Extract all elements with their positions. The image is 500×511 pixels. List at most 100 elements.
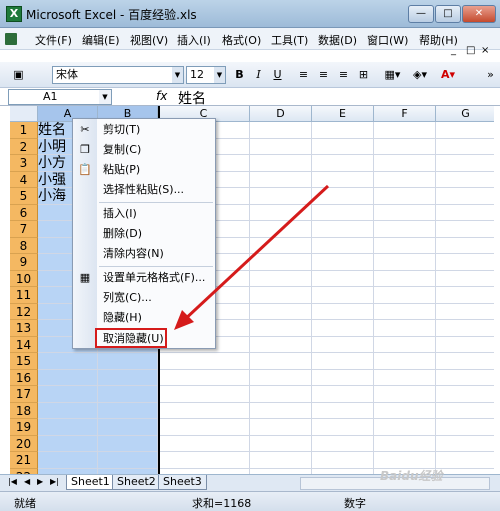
context-menu-item-4[interactable]: 插入(I) (103, 205, 137, 223)
next-sheet-icon[interactable]: ▶ (37, 477, 43, 486)
font-color-icon[interactable]: A▾ (436, 67, 460, 83)
row-header-19[interactable]: 19 (10, 419, 38, 436)
formatting-toolbar: ▣ 宋体 ▼ 12 ▼ B I U ≡ ≡ ≡ ⊞ ▦▾ ◈▾ A▾ » (0, 62, 500, 88)
minimize-button[interactable]: — (408, 5, 434, 23)
underline-button[interactable]: U (269, 67, 286, 83)
align-left-icon[interactable]: ≡ (295, 67, 312, 83)
row-header-8[interactable]: 8 (10, 237, 38, 254)
row-header-14[interactable]: 14 (10, 336, 38, 353)
row-header-12[interactable]: 12 (10, 303, 38, 320)
row-header-3[interactable]: 3 (10, 155, 38, 172)
row-header-15[interactable]: 15 (10, 353, 38, 370)
menu-insert[interactable]: 插入(I) (177, 32, 211, 48)
chevron-down-icon[interactable]: ▼ (172, 67, 183, 83)
window-title: Microsoft Excel - 百度经验.xls (26, 8, 197, 22)
grid-hline (38, 434, 494, 436)
name-box-value: A1 (43, 90, 58, 103)
row-header-9[interactable]: 9 (10, 254, 38, 271)
column-header-e[interactable]: E (312, 106, 374, 122)
row-header-5[interactable]: 5 (10, 188, 38, 205)
bold-button[interactable]: B (231, 67, 248, 83)
column-header-d[interactable]: D (250, 106, 312, 122)
row-header-1[interactable]: 1 (10, 122, 38, 139)
font-size-value: 12 (190, 68, 204, 81)
context-menu-item-6[interactable]: 清除内容(N) (103, 245, 164, 263)
excel-doc-icon[interactable] (5, 33, 17, 45)
grid-hline (38, 451, 494, 452)
chevron-down-icon[interactable]: ▼ (214, 67, 225, 83)
scissors-icon: ✂ (80, 123, 90, 136)
mdi-restore-button[interactable]: □ (466, 45, 475, 56)
context-menu-item-7[interactable]: 设置单元格格式(F)... (103, 269, 205, 287)
merge-center-icon[interactable]: ⊞ (355, 67, 372, 83)
context-menu: 剪切(T) ✂ 复制(C) ❐ 粘贴(P) 📋 选择性粘贴(S)... 插入(I) 删除(D) 清… (72, 118, 216, 349)
grid-hline (38, 352, 494, 353)
menu-tools[interactable]: 工具(T) (271, 32, 308, 48)
cell-a4[interactable]: 小强 (38, 172, 66, 188)
row-header-11[interactable]: 11 (10, 287, 38, 304)
toolbar-options-icon[interactable]: » (482, 67, 499, 83)
context-menu-item-3[interactable]: 选择性粘贴(S)... (103, 181, 184, 199)
close-button[interactable]: ✕ (462, 5, 496, 23)
borders-icon[interactable]: ▦▾ (380, 67, 405, 83)
cell-a5[interactable]: 小海 (38, 188, 66, 204)
column-header-g[interactable]: G (436, 106, 494, 122)
row-header-10[interactable]: 10 (10, 270, 38, 287)
grid-hline (38, 368, 494, 370)
menu-format[interactable]: 格式(O) (222, 32, 261, 48)
context-menu-item-0[interactable]: 剪切(T) (103, 121, 140, 139)
grid-hline (38, 385, 494, 386)
row-header-7[interactable]: 7 (10, 221, 38, 238)
context-menu-item-1[interactable]: 复制(C) (103, 141, 141, 159)
row-header-16[interactable]: 16 (10, 369, 38, 386)
menu-view[interactable]: 视图(V) (130, 32, 168, 48)
prev-sheet-icon[interactable]: ◀ (24, 477, 30, 486)
name-box[interactable]: A1 ▼ (8, 89, 112, 105)
mdi-minimize-button[interactable]: _ (451, 45, 456, 56)
menu-window[interactable]: 窗口(W) (367, 32, 408, 48)
first-sheet-icon[interactable]: |◀ (8, 477, 17, 486)
sheet-tab-2[interactable]: Sheet2 (112, 475, 161, 490)
context-menu-item-8[interactable]: 列宽(C)... (103, 289, 152, 307)
row-header-21[interactable]: 21 (10, 452, 38, 469)
font-name-select[interactable]: 宋体 ▼ (52, 66, 184, 84)
fill-color-icon[interactable]: ◈▾ (408, 67, 432, 83)
context-menu-item-2[interactable]: 粘贴(P) (103, 161, 140, 179)
sheet-tab-1[interactable]: Sheet1 (66, 475, 115, 490)
menu-data[interactable]: 数据(D) (318, 32, 357, 48)
italic-button[interactable]: I (250, 67, 267, 83)
formula-input[interactable]: 姓名 (178, 88, 206, 108)
row-header-4[interactable]: 4 (10, 171, 38, 188)
row-header-2[interactable]: 2 (10, 138, 38, 155)
chevron-down-icon[interactable]: ▼ (99, 90, 111, 104)
maximize-button[interactable]: □ (435, 5, 461, 23)
mdi-close-button[interactable]: × (481, 45, 489, 56)
row-header-13[interactable]: 13 (10, 320, 38, 337)
context-menu-item-9[interactable]: 隐藏(H) (103, 309, 142, 327)
grid-vline (373, 122, 374, 474)
font-size-select[interactable]: 12 ▼ (186, 66, 226, 84)
unhide-highlight-box (95, 328, 167, 348)
grid-vline (435, 122, 436, 474)
sheet-tab-3[interactable]: Sheet3 (158, 475, 207, 490)
row-header-20[interactable]: 20 (10, 435, 38, 452)
grid-hline (38, 418, 494, 419)
row-header-6[interactable]: 6 (10, 204, 38, 221)
cell-a3[interactable]: 小方 (38, 155, 66, 171)
save-icon[interactable]: ▣ (10, 67, 27, 83)
last-sheet-icon[interactable]: ▶| (50, 477, 59, 486)
menu-edit[interactable]: 编辑(E) (82, 32, 120, 48)
menu-file[interactable]: 文件(F) (35, 32, 72, 48)
align-right-icon[interactable]: ≡ (335, 67, 352, 83)
align-center-icon[interactable]: ≡ (315, 67, 332, 83)
grid-hline (38, 401, 494, 403)
column-header-f[interactable]: F (374, 106, 436, 122)
cell-a2[interactable]: 小明 (38, 139, 66, 155)
select-all-corner[interactable] (10, 106, 38, 122)
function-icon[interactable]: fx (156, 89, 167, 103)
context-menu-item-5[interactable]: 删除(D) (103, 225, 142, 243)
row-header-17[interactable]: 17 (10, 386, 38, 403)
cell-a1[interactable]: 姓名 (38, 122, 66, 138)
excel-app-icon[interactable]: X (6, 6, 22, 22)
row-header-18[interactable]: 18 (10, 402, 38, 419)
